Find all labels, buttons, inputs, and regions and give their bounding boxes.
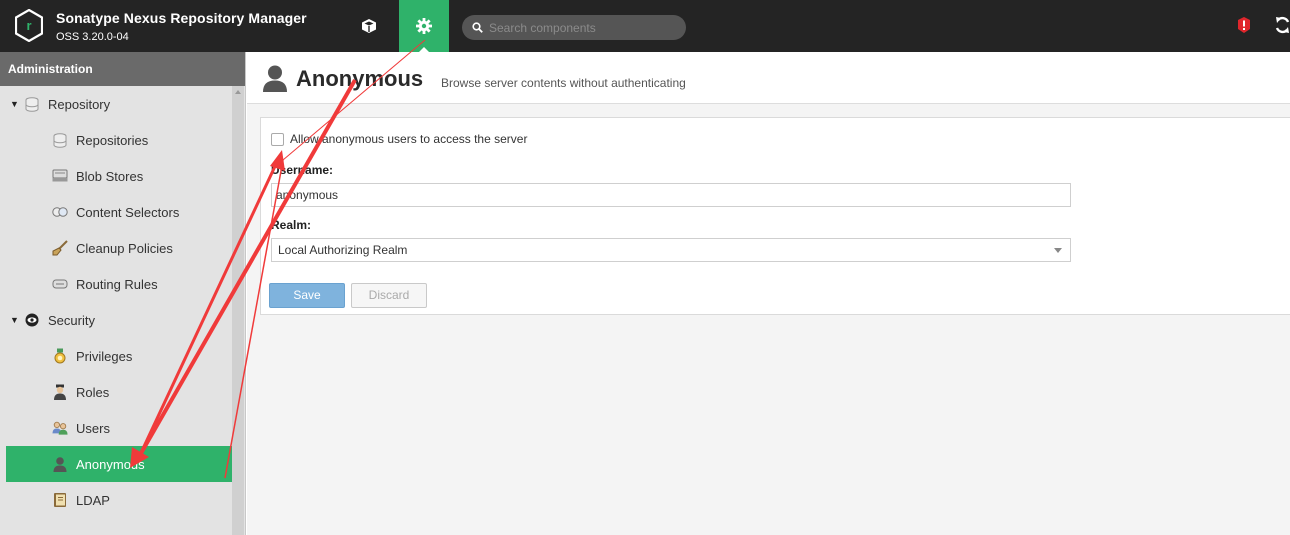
nexus-logo-icon[interactable]: r (14, 8, 44, 43)
allow-anonymous-label: Allow anonymous users to access the serv… (290, 132, 528, 146)
sidebar-title: Administration (0, 52, 245, 86)
search-icon (472, 22, 483, 33)
eye-icon (24, 312, 40, 328)
allow-anonymous-row[interactable]: Allow anonymous users to access the serv… (271, 132, 527, 146)
discard-button[interactable]: Discard (351, 283, 427, 308)
sidebar-item-content-selectors[interactable]: Content Selectors (6, 194, 232, 230)
search-input[interactable] (489, 20, 669, 35)
sidebar-item-label: Privileges (76, 348, 133, 364)
gear-icon (416, 18, 432, 34)
app-version: OSS 3.20.0-04 (56, 31, 129, 43)
anonymous-icon (52, 456, 68, 472)
sidebar-item-label: Anonymous (76, 456, 145, 472)
administration-button[interactable] (399, 0, 449, 52)
cube-icon (362, 19, 376, 33)
scroll-up-arrow-icon[interactable] (235, 90, 241, 94)
content-selector-icon (52, 204, 68, 220)
sidebar-item-routing-rules[interactable]: Routing Rules (6, 266, 232, 302)
top-header: r Sonatype Nexus Repository Manager OSS … (0, 0, 1290, 52)
page-subtitle: Browse server contents without authentic… (441, 76, 686, 90)
sidebar-item-repository[interactable]: ▼ Repository (6, 86, 232, 122)
admin-sidebar: Administration ▼ Repository Repositories… (0, 52, 246, 535)
refresh-icon[interactable] (1275, 14, 1290, 39)
username-label: Username: (271, 163, 334, 177)
sidebar-tree: ▼ Repository Repositories Blob Stores Co… (6, 86, 232, 518)
sidebar-item-cleanup-policies[interactable]: Cleanup Policies (6, 230, 232, 266)
chevron-down-icon[interactable] (1054, 248, 1062, 253)
role-icon (52, 384, 68, 400)
realm-selected-value: Local Authorizing Realm (278, 243, 408, 257)
routing-icon (52, 276, 68, 292)
realm-label: Realm: (271, 218, 312, 232)
sidebar-item-ldap[interactable]: LDAP (6, 482, 232, 518)
anonymous-settings-form: Allow anonymous users to access the serv… (260, 117, 1290, 315)
sidebar-item-roles[interactable]: Roles (6, 374, 232, 410)
sidebar-item-label: Cleanup Policies (76, 240, 173, 256)
expand-triangle-icon[interactable]: ▼ (10, 315, 24, 325)
sidebar-item-privileges[interactable]: Privileges (6, 338, 232, 374)
sidebar-item-label: Repository (48, 96, 111, 112)
sidebar-item-users[interactable]: Users (6, 410, 232, 446)
page-title: Anonymous (296, 66, 424, 91)
users-icon (52, 420, 68, 436)
sidebar-item-label: Repositories (76, 132, 149, 148)
realm-select[interactable]: Local Authorizing Realm (271, 238, 1071, 262)
sidebar-item-label: Users (76, 420, 110, 436)
sidebar-item-label: Blob Stores (76, 168, 144, 184)
save-button[interactable]: Save (269, 283, 345, 308)
sidebar-scrollbar[interactable] (232, 86, 244, 535)
database-icon (24, 96, 40, 112)
browse-button[interactable] (344, 0, 394, 52)
username-field[interactable]: anonymous (271, 183, 1071, 207)
allow-anonymous-checkbox[interactable] (271, 132, 284, 146)
sidebar-item-label: Content Selectors (76, 204, 180, 220)
alert-icon[interactable] (1236, 16, 1252, 37)
page-header: Anonymous Browse server contents without… (247, 52, 1290, 104)
database-icon (52, 132, 68, 148)
sidebar-item-label: Routing Rules (76, 276, 158, 292)
sidebar-item-security[interactable]: ▼ Security (6, 302, 232, 338)
anonymous-user-icon (261, 64, 289, 95)
blob-store-icon (52, 168, 68, 184)
app-title: Sonatype Nexus Repository Manager (56, 10, 307, 26)
medal-icon (52, 348, 68, 364)
sidebar-item-label: Roles (76, 384, 110, 400)
ldap-icon (52, 492, 68, 508)
sidebar-item-anonymous[interactable]: Anonymous (6, 446, 232, 482)
sidebar-item-blob-stores[interactable]: Blob Stores (6, 158, 232, 194)
sidebar-item-label: Security (48, 312, 95, 328)
sidebar-item-repositories[interactable]: Repositories (6, 122, 232, 158)
main-content: Anonymous Browse server contents without… (247, 52, 1290, 535)
broom-icon (52, 240, 68, 256)
search-box[interactable] (462, 15, 686, 40)
sidebar-item-label: LDAP (76, 492, 110, 508)
svg-text:r: r (26, 18, 31, 33)
expand-triangle-icon[interactable]: ▼ (10, 99, 24, 109)
